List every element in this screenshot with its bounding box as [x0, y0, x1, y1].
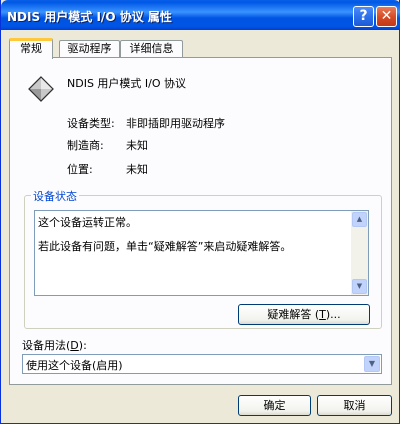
close-button[interactable]: ✕: [376, 6, 397, 27]
scroll-up-icon[interactable]: ▲: [352, 212, 367, 227]
device-usage-select[interactable]: 使用这个设备(启用) ▼: [22, 354, 382, 374]
location-label: 位置:: [67, 163, 93, 176]
device-name: NDIS 用户模式 I/O 协议: [67, 77, 187, 90]
troubleshoot-suffix: ...: [330, 308, 341, 321]
cancel-button[interactable]: 取消: [317, 395, 392, 416]
device-type-value: 非即插即用驱动程序: [126, 117, 225, 130]
chevron-down-icon[interactable]: ▼: [364, 356, 380, 372]
device-status-group: 设备状态 这个设备运转正常。 若此设备有问题，单击“疑难解答”来启动疑难解答。 …: [24, 188, 382, 329]
title-bar[interactable]: NDIS 用户模式 I/O 协议 属性 ? ✕: [1, 0, 400, 30]
help-icon: ?: [359, 8, 368, 24]
manufacturer-label: 制造商:: [67, 139, 104, 152]
device-usage-label: 设备用法(D):: [22, 339, 87, 352]
window-title: NDIS 用户模式 I/O 协议 属性: [7, 10, 172, 24]
help-button[interactable]: ?: [353, 6, 374, 27]
usage-label-text: 设备用法: [22, 339, 66, 352]
ok-button[interactable]: 确定: [238, 395, 311, 416]
tab-details-label: 详细信息: [129, 42, 174, 55]
device-status-legend: 设备状态: [31, 188, 79, 204]
location-value: 未知: [126, 163, 148, 176]
properties-dialog: NDIS 用户模式 I/O 协议 属性 ? ✕ 常规 驱动程序 详细信息 NDI…: [0, 0, 400, 424]
device-status-textbox[interactable]: 这个设备运转正常。 若此设备有问题，单击“疑难解答”来启动疑难解答。 ▲ ▼: [34, 210, 369, 296]
status-line: 这个设备运转正常。: [38, 216, 137, 229]
network-protocol-icon: [28, 76, 54, 102]
tab-driver[interactable]: 驱动程序: [59, 40, 120, 58]
tab-details[interactable]: 详细信息: [120, 40, 183, 58]
scroll-down-icon[interactable]: ▼: [352, 279, 367, 294]
close-icon: ✕: [380, 8, 393, 24]
device-usage-value: 使用这个设备(启用): [26, 359, 123, 372]
status-scrollbar[interactable]: ▲ ▼: [351, 211, 368, 295]
troubleshoot-label: 疑难解答: [267, 308, 312, 321]
tab-general[interactable]: 常规: [9, 38, 53, 59]
usage-accel: D: [70, 339, 79, 352]
troubleshoot-button[interactable]: 疑难解答 (T)...: [238, 304, 370, 325]
status-line: 若此设备有问题，单击“疑难解答”来启动疑难解答。: [38, 240, 292, 253]
general-tab-panel: NDIS 用户模式 I/O 协议 设备类型: 非即插即用驱动程序 制造商: 未知…: [9, 57, 392, 385]
device-type-label: 设备类型:: [67, 117, 115, 130]
troubleshoot-accel: T: [319, 308, 326, 321]
tab-driver-label: 驱动程序: [67, 42, 112, 55]
manufacturer-value: 未知: [126, 139, 148, 152]
tab-general-label: 常规: [20, 42, 42, 55]
